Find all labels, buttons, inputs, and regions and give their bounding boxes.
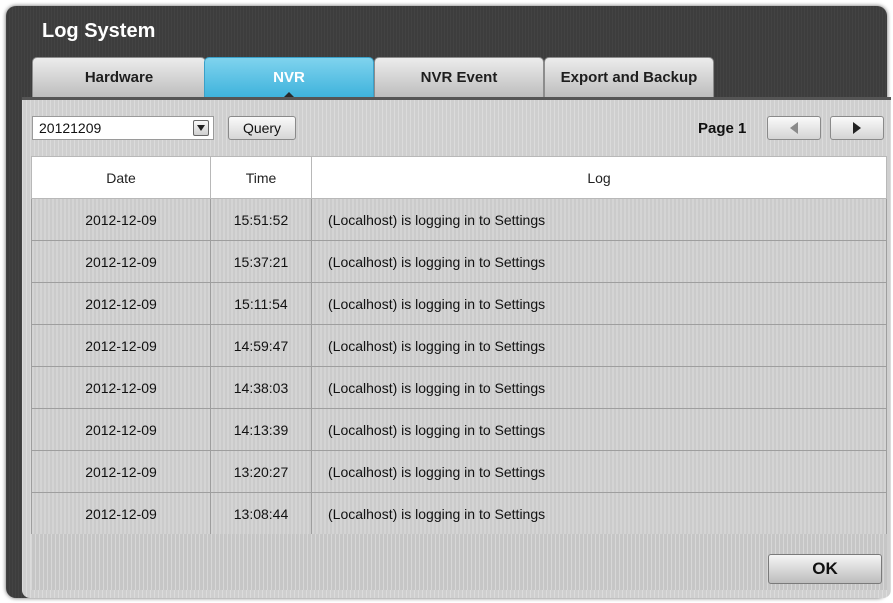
table-header-row: Date Time Log	[31, 156, 887, 199]
cell-date: 2012-12-09	[31, 366, 211, 409]
cell-time: 15:37:21	[210, 240, 312, 283]
date-select[interactable]: 20121209	[32, 116, 214, 140]
next-page-button[interactable]	[830, 116, 884, 140]
tab-export-backup-label: Export and Backup	[560, 69, 698, 86]
table-row[interactable]: 2012-12-09 14:38:03 (Localhost) is loggi…	[31, 366, 887, 409]
column-header-date: Date	[31, 156, 211, 199]
tab-hardware-label: Hardware	[84, 69, 154, 86]
cell-date: 2012-12-09	[31, 492, 211, 535]
table-row[interactable]: 2012-12-09 15:51:52 (Localhost) is loggi…	[31, 198, 887, 241]
table-empty-area	[31, 534, 887, 590]
cell-date: 2012-12-09	[31, 282, 211, 325]
cell-log: (Localhost) is logging in to Settings	[311, 408, 887, 451]
tab-nvr-event-label: NVR Event	[420, 69, 498, 86]
cell-time: 13:20:27	[210, 450, 312, 493]
cell-time: 14:38:03	[210, 366, 312, 409]
table-row[interactable]: 2012-12-09 13:20:27 (Localhost) is loggi…	[31, 450, 887, 493]
tab-nvr-event[interactable]: NVR Event	[374, 57, 544, 97]
cell-log: (Localhost) is logging in to Settings	[311, 240, 887, 283]
cell-log: (Localhost) is logging in to Settings	[311, 198, 887, 241]
table-row[interactable]: 2012-12-09 13:08:44 (Localhost) is loggi…	[31, 492, 887, 535]
tab-nvr[interactable]: NVR	[204, 57, 374, 98]
arrow-left-icon	[790, 122, 798, 134]
cell-log: (Localhost) is logging in to Settings	[311, 324, 887, 367]
column-header-time: Time	[210, 156, 312, 199]
chevron-down-icon[interactable]	[193, 120, 209, 136]
cell-time: 14:13:39	[210, 408, 312, 451]
table-row[interactable]: 2012-12-09 14:59:47 (Localhost) is loggi…	[31, 324, 887, 367]
column-header-log: Log	[311, 156, 887, 199]
cell-log: (Localhost) is logging in to Settings	[311, 366, 887, 409]
cell-time: 15:11:54	[210, 282, 312, 325]
log-table: Date Time Log 2012-12-09 15:51:52 (Local…	[31, 156, 887, 535]
cell-time: 15:51:52	[210, 198, 312, 241]
tab-nvr-label: NVR	[273, 69, 305, 86]
prev-page-button[interactable]	[767, 116, 821, 140]
page-label: Page 1	[698, 120, 747, 137]
cell-date: 2012-12-09	[31, 240, 211, 283]
table-row[interactable]: 2012-12-09 14:13:39 (Localhost) is loggi…	[31, 408, 887, 451]
cell-log: (Localhost) is logging in to Settings	[311, 492, 887, 535]
date-select-value: 20121209	[39, 120, 102, 136]
table-row[interactable]: 2012-12-09 15:11:54 (Localhost) is loggi…	[31, 282, 887, 325]
tab-hardware[interactable]: Hardware	[32, 57, 206, 97]
ok-button[interactable]: OK	[768, 554, 882, 584]
cell-date: 2012-12-09	[31, 408, 211, 451]
table-row[interactable]: 2012-12-09 15:37:21 (Localhost) is loggi…	[31, 240, 887, 283]
arrow-right-icon	[853, 122, 861, 134]
cell-date: 2012-12-09	[31, 324, 211, 367]
cell-date: 2012-12-09	[31, 198, 211, 241]
cell-time: 14:59:47	[210, 324, 312, 367]
window-title: Log System	[42, 20, 156, 42]
query-button[interactable]: Query	[228, 116, 296, 140]
cell-log: (Localhost) is logging in to Settings	[311, 450, 887, 493]
cell-log: (Localhost) is logging in to Settings	[311, 282, 887, 325]
tab-export-backup[interactable]: Export and Backup	[544, 57, 714, 97]
cell-time: 13:08:44	[210, 492, 312, 535]
cell-date: 2012-12-09	[31, 450, 211, 493]
